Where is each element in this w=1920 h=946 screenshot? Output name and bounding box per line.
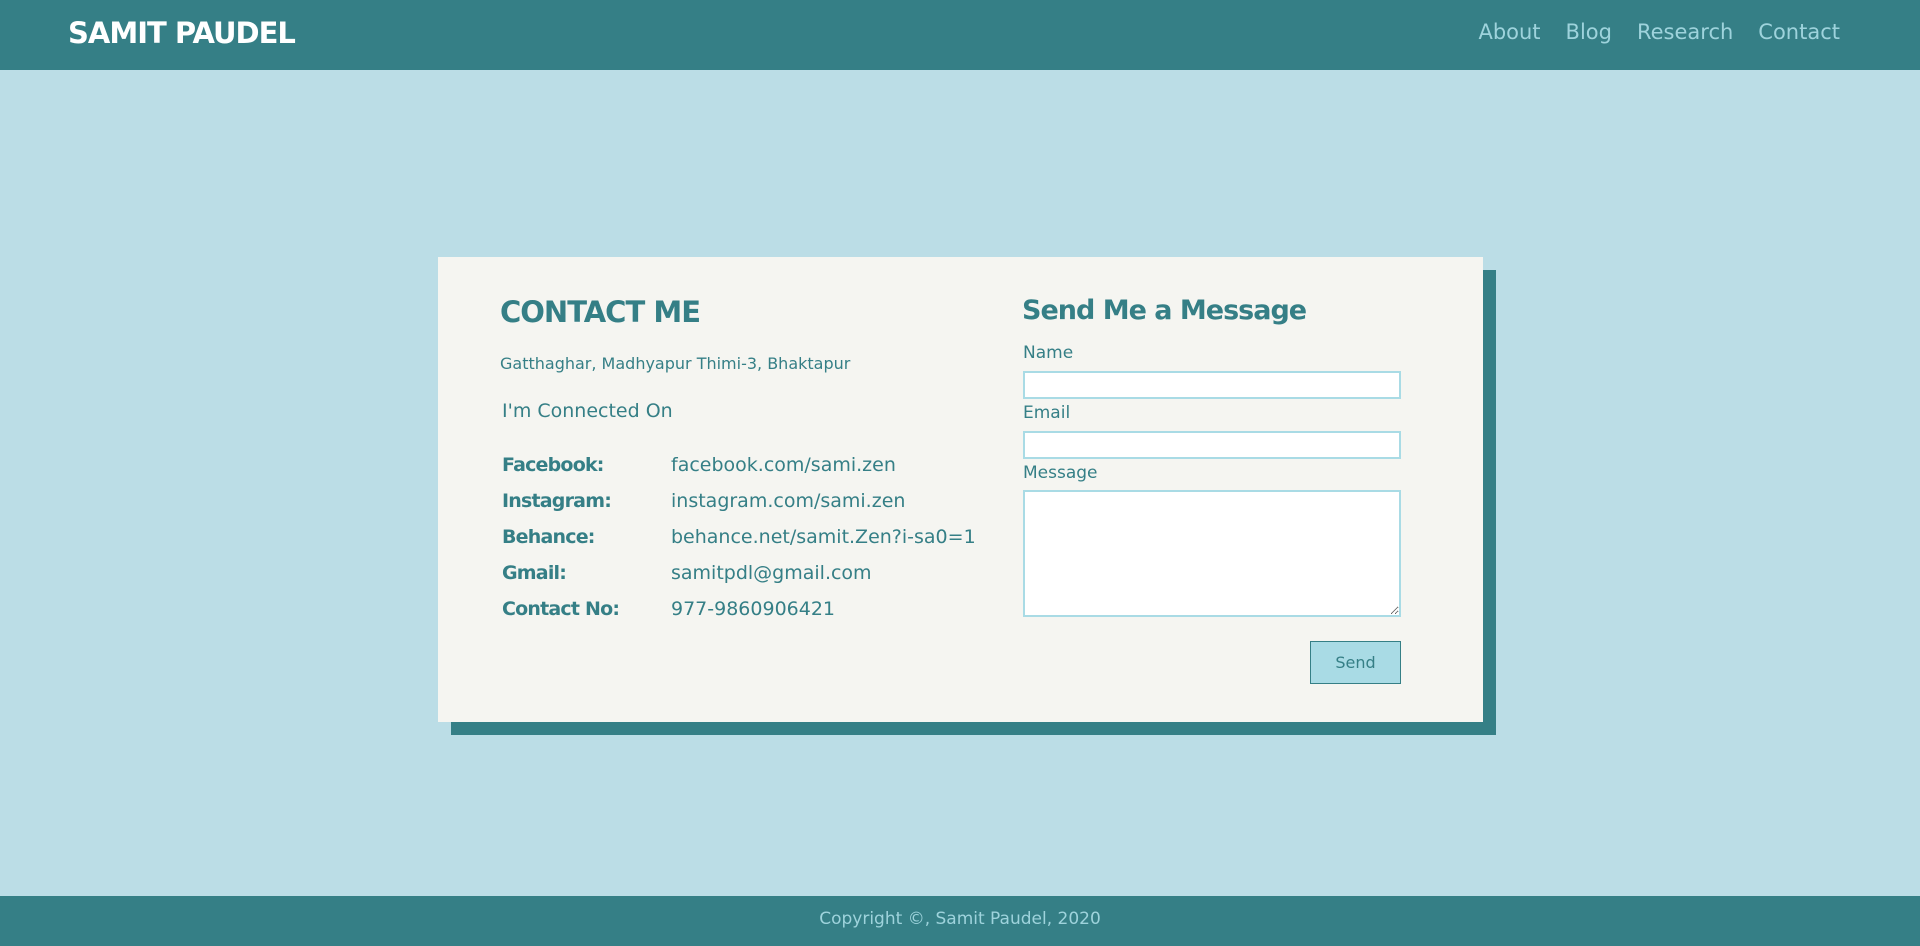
contact-card: CONTACT ME Gatthaghar, Madhyapur Thimi-3… bbox=[438, 257, 1483, 722]
address-text: Gatthaghar, Madhyapur Thimi-3, Bhaktapur bbox=[500, 354, 851, 373]
social-link-facebook[interactable]: facebook.com/sami.zen bbox=[671, 454, 896, 476]
site-brand[interactable]: SAMIT PAUDEL bbox=[68, 16, 296, 50]
name-input[interactable] bbox=[1023, 371, 1401, 399]
social-row-phone: Contact No: 977-9860906421 bbox=[502, 591, 976, 627]
top-navbar: SAMIT PAUDEL About Blog Research Contact bbox=[0, 0, 1920, 70]
send-button[interactable]: Send bbox=[1310, 641, 1401, 684]
social-list: Facebook: facebook.com/sami.zen Instagra… bbox=[502, 447, 976, 627]
social-label: Instagram: bbox=[502, 490, 612, 512]
copyright-text: Copyright ©, Samit Paudel, 2020 bbox=[819, 909, 1101, 929]
social-row-behance: Behance: behance.net/samit.Zen?i-sa0=1 bbox=[502, 519, 976, 555]
contact-title: CONTACT ME bbox=[500, 295, 701, 329]
social-label: Behance: bbox=[502, 526, 595, 548]
social-link-instagram[interactable]: instagram.com/sami.zen bbox=[671, 490, 905, 512]
phone-number[interactable]: 977-9860906421 bbox=[671, 598, 835, 620]
email-label: Email bbox=[1023, 403, 1071, 423]
nav-link-about[interactable]: About bbox=[1478, 20, 1540, 44]
connected-heading: I'm Connected On bbox=[502, 400, 673, 422]
social-row-facebook: Facebook: facebook.com/sami.zen bbox=[502, 447, 976, 483]
name-label: Name bbox=[1023, 343, 1074, 363]
message-label: Message bbox=[1023, 463, 1098, 483]
social-row-instagram: Instagram: instagram.com/sami.zen bbox=[502, 483, 976, 519]
social-row-gmail: Gmail: samitpdl@gmail.com bbox=[502, 555, 976, 591]
social-label: Facebook: bbox=[502, 454, 604, 476]
footer: Copyright ©, Samit Paudel, 2020 bbox=[0, 896, 1920, 946]
social-link-gmail[interactable]: samitpdl@gmail.com bbox=[671, 562, 872, 584]
social-label: Contact No: bbox=[502, 598, 620, 620]
nav-link-contact[interactable]: Contact bbox=[1758, 20, 1840, 44]
nav-link-blog[interactable]: Blog bbox=[1566, 20, 1612, 44]
message-textarea[interactable] bbox=[1023, 490, 1401, 617]
nav-link-research[interactable]: Research bbox=[1637, 20, 1733, 44]
message-form-title: Send Me a Message bbox=[1022, 295, 1307, 326]
social-label: Gmail: bbox=[502, 562, 567, 584]
email-input[interactable] bbox=[1023, 431, 1401, 459]
social-link-behance[interactable]: behance.net/samit.Zen?i-sa0=1 bbox=[671, 526, 976, 548]
main-nav: About Blog Research Contact bbox=[1478, 20, 1840, 44]
